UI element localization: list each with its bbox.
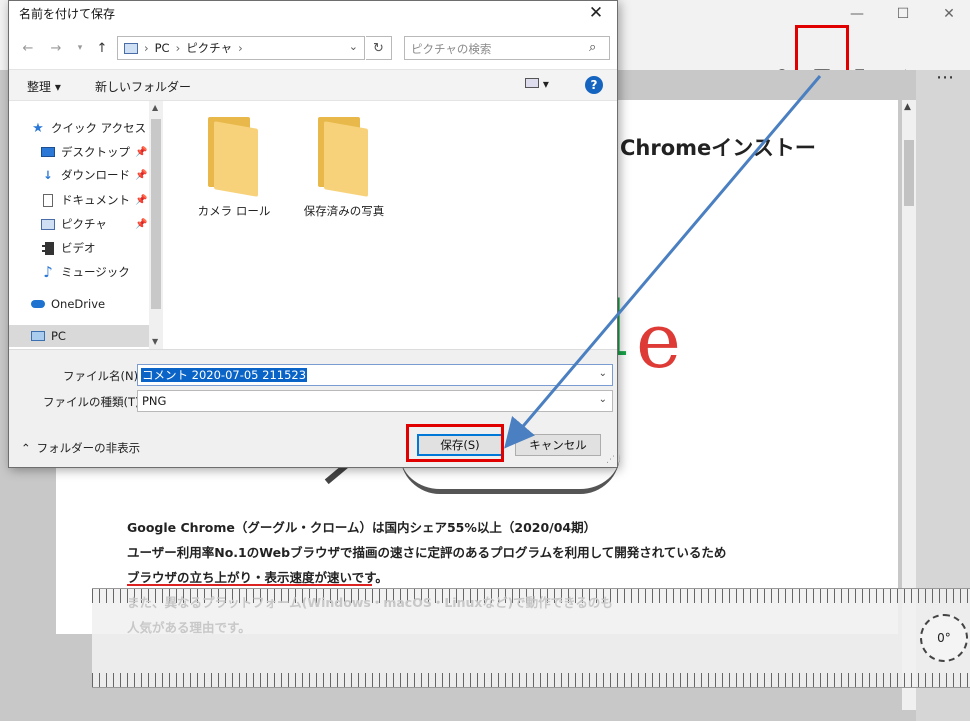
pin-icon: 📌 bbox=[135, 219, 148, 230]
chevron-down-icon[interactable]: ⌄ bbox=[349, 40, 358, 53]
nav-item-label: ミュージック bbox=[61, 265, 130, 279]
dialog-close-button[interactable]: ✕ bbox=[581, 1, 611, 25]
folder-saved-pictures[interactable]: 保存済みの写真 bbox=[299, 117, 389, 219]
nav-item-pc[interactable]: PC bbox=[31, 326, 66, 346]
folder-icon bbox=[314, 117, 374, 197]
forward-arrow-icon[interactable]: → bbox=[45, 37, 67, 59]
dialog-bottom-panel: ファイル名(N): コメント 2020-07-05 211523 ⌄ ファイルの… bbox=[9, 349, 617, 467]
computer-icon bbox=[31, 329, 45, 343]
up-arrow-icon[interactable]: ↑ bbox=[91, 37, 113, 59]
document-line-4: また、異なるプラットフォーム(Windows・macOS・Linuxなど)で動作… bbox=[127, 595, 613, 610]
desktop-icon bbox=[41, 145, 55, 159]
address-bar[interactable]: › PC › ピクチャ › ⌄ bbox=[117, 36, 365, 60]
nav-item-downloads[interactable]: ↓ ダウンロード bbox=[41, 165, 130, 185]
nav-item-videos[interactable]: ビデオ bbox=[41, 238, 96, 258]
document-line-5: 人気がある理由です。 bbox=[127, 620, 251, 635]
new-folder-button[interactable]: 新しいフォルダー bbox=[95, 78, 191, 95]
nav-item-label: ビデオ bbox=[61, 241, 96, 255]
nav-scrollbar-thumb[interactable] bbox=[151, 119, 161, 309]
ruler-angle-readout: 0° bbox=[920, 614, 968, 662]
folder-label: 保存済みの写真 bbox=[303, 204, 385, 218]
help-icon[interactable]: ? bbox=[585, 76, 603, 94]
filename-label: ファイル名(N): bbox=[63, 369, 142, 383]
recent-locations-icon[interactable]: ▾ bbox=[69, 37, 91, 59]
refresh-icon[interactable]: ↻ bbox=[366, 36, 392, 60]
scroll-up-icon[interactable]: ▲ bbox=[152, 103, 158, 112]
scroll-down-icon[interactable]: ▼ bbox=[152, 337, 158, 346]
nav-item-quick-access[interactable]: ★ クイック アクセス bbox=[31, 118, 146, 138]
chevron-down-icon[interactable]: ⌄ bbox=[599, 394, 607, 405]
save-icon-highlight bbox=[795, 25, 849, 76]
nav-selected-row bbox=[9, 325, 149, 347]
breadcrumb-separator-icon: › bbox=[144, 41, 149, 55]
red-underline-annotation bbox=[127, 584, 372, 586]
navigation-row: ← → ▾ ↑ › PC › ピクチャ › ⌄ ↻ ピクチャの検索 ⌕ bbox=[9, 31, 617, 65]
document-heading: Chromeインストー bbox=[620, 136, 816, 160]
breadcrumb-pictures[interactable]: ピクチャ bbox=[186, 40, 232, 56]
nav-item-label: OneDrive bbox=[51, 297, 106, 311]
pin-icon: 📌 bbox=[135, 195, 148, 206]
pin-icon: 📌 bbox=[135, 147, 148, 158]
breadcrumb-separator-icon: › bbox=[175, 41, 181, 55]
nav-item-label: PC bbox=[51, 329, 66, 343]
view-options-icon[interactable]: ▾ bbox=[525, 77, 549, 91]
back-arrow-icon[interactable]: ← bbox=[17, 37, 39, 59]
star-icon: ★ bbox=[32, 120, 44, 136]
save-button-highlight bbox=[406, 424, 504, 462]
filename-input[interactable]: コメント 2020-07-05 211523 ⌄ bbox=[137, 364, 613, 386]
chevron-up-icon: ⌃ bbox=[21, 441, 31, 455]
folder-label: カメラ ロール bbox=[197, 204, 271, 218]
folder-camera-roll[interactable]: カメラ ロール bbox=[189, 117, 279, 219]
film-icon bbox=[41, 241, 55, 255]
search-icon: ⌕ bbox=[589, 40, 597, 55]
download-arrow-icon: ↓ bbox=[43, 168, 53, 182]
filetype-select[interactable]: PNG ⌄ bbox=[137, 390, 613, 412]
close-window-button[interactable]: ✕ bbox=[926, 0, 970, 28]
scrollbar-thumb[interactable] bbox=[904, 140, 914, 206]
breadcrumb-separator-icon: › bbox=[238, 41, 243, 55]
nav-item-label: ドキュメント bbox=[61, 193, 130, 207]
save-as-dialog: 名前を付けて保存 ✕ ← → ▾ ↑ › PC › ピクチャ › ⌄ ↻ ピクチ… bbox=[8, 0, 618, 468]
nav-item-pictures[interactable]: ピクチャ bbox=[41, 214, 107, 234]
hide-folders-label: フォルダーの非表示 bbox=[36, 441, 141, 455]
nav-item-documents[interactable]: ドキュメント bbox=[41, 190, 130, 210]
pin-icon: 📌 bbox=[135, 170, 148, 181]
music-note-icon: ♪ bbox=[43, 263, 53, 281]
breadcrumb-pc[interactable]: PC bbox=[155, 41, 170, 55]
maximize-button[interactable]: ☐ bbox=[880, 0, 926, 28]
organize-menu[interactable]: 整理 ▾ bbox=[27, 78, 61, 95]
minimize-button[interactable]: — bbox=[834, 0, 880, 28]
nav-item-desktop[interactable]: デスクトップ bbox=[41, 142, 130, 162]
hide-folders-toggle[interactable]: ⌃ フォルダーの非表示 bbox=[21, 440, 140, 456]
search-input[interactable]: ピクチャの検索 bbox=[404, 36, 610, 60]
pictures-location-icon bbox=[124, 42, 138, 54]
nav-item-music[interactable]: ♪ ミュージック bbox=[41, 262, 130, 282]
dialog-title: 名前を付けて保存 bbox=[19, 7, 116, 21]
nav-item-onedrive[interactable]: OneDrive bbox=[31, 294, 105, 314]
nav-item-label: クイック アクセス bbox=[51, 121, 147, 135]
scroll-up-icon[interactable]: ▲ bbox=[904, 102, 911, 112]
pictures-icon bbox=[41, 217, 55, 231]
document-line-2: ユーザー利用率No.1のWebブラウザで描画の速さに定評のあるプログラムを利用し… bbox=[127, 545, 727, 560]
cloud-icon bbox=[31, 297, 45, 311]
logo-letter-e: e bbox=[636, 296, 681, 385]
document-icon bbox=[41, 193, 55, 207]
command-bar: 整理 ▾ 新しいフォルダー ▾ ? bbox=[9, 69, 617, 101]
folder-icon bbox=[204, 117, 264, 197]
more-options-icon[interactable]: ⋯ bbox=[930, 61, 962, 93]
cancel-button[interactable]: キャンセル bbox=[515, 434, 601, 456]
nav-item-label: デスクトップ bbox=[61, 145, 130, 159]
filename-value: コメント 2020-07-05 211523 bbox=[141, 368, 308, 382]
ruler-ticks-bottom bbox=[92, 673, 970, 687]
filetype-value: PNG bbox=[142, 394, 167, 408]
resize-grip-icon[interactable]: ⋰ bbox=[606, 455, 615, 465]
chevron-down-icon[interactable]: ⌄ bbox=[599, 368, 607, 379]
nav-item-label: ダウンロード bbox=[61, 168, 130, 182]
nav-item-label: ピクチャ bbox=[61, 217, 107, 231]
document-line-1: Google Chrome（グーグル・クローム）は国内シェア55%以上（2020… bbox=[127, 520, 597, 535]
filetype-label: ファイルの種類(T): bbox=[43, 395, 144, 409]
